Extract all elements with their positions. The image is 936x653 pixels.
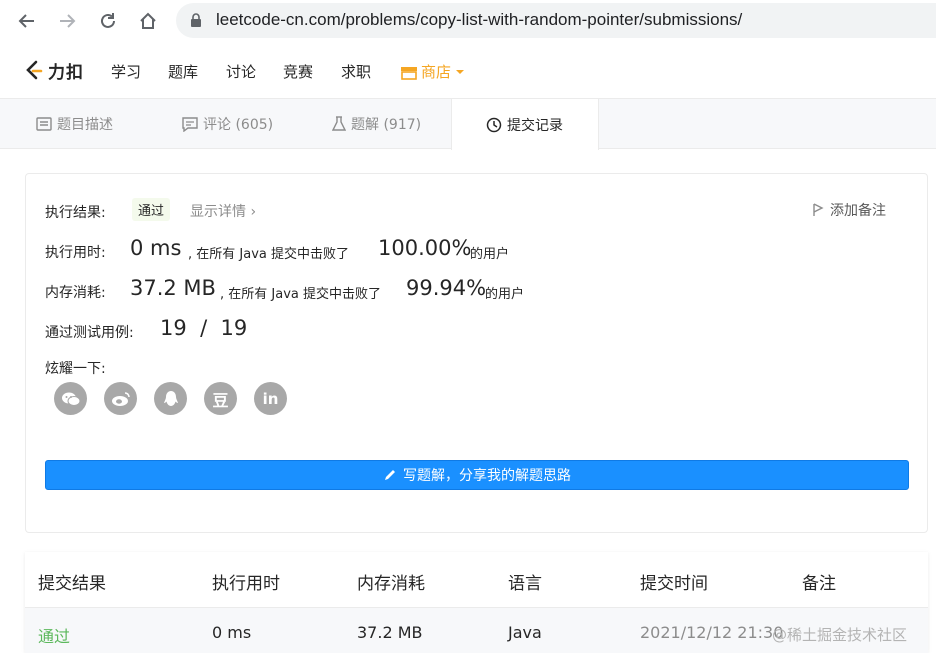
- flask-icon: [332, 116, 346, 131]
- share-label: 炫耀一下:: [45, 361, 106, 377]
- row-language: Java: [508, 623, 542, 642]
- submission-result-card: 执行结果: 通过 显示详情 › 添加备注 执行用时: 0 ms , 在所有 Ja…: [25, 173, 928, 533]
- runtime-beats-text: , 在所有 Java 提交中击败了: [188, 247, 349, 262]
- clock-icon: [486, 117, 502, 132]
- memory-beats-text: , 在所有 Java 提交中击败了: [220, 287, 381, 302]
- tab-solutions[interactable]: 题解 (917): [332, 99, 421, 149]
- nav-shop-label: 商店: [421, 63, 452, 81]
- qq-icon: [163, 390, 178, 406]
- exec-result-label: 执行结果:: [45, 205, 106, 221]
- write-solution-label: 写题解，分享我的解题思路: [403, 468, 571, 484]
- runtime-value: 0 ms: [130, 236, 182, 260]
- leetcode-logo[interactable]: 力扣: [24, 58, 84, 83]
- back-button[interactable]: [15, 9, 39, 33]
- address-bar[interactable]: leetcode-cn.com/problems/copy-list-with-…: [176, 3, 936, 38]
- tab-solutions-label: 题解 (917): [351, 117, 422, 133]
- nav-discuss[interactable]: 讨论: [226, 61, 256, 82]
- leetcode-logo-icon: [26, 60, 43, 79]
- memory-label: 内存消耗:: [45, 285, 106, 301]
- tab-submissions[interactable]: 提交记录: [451, 99, 599, 150]
- home-icon: [140, 12, 156, 29]
- linkedin-icon: in: [262, 389, 279, 408]
- header-note: 备注: [802, 574, 836, 594]
- memory-percentile: 99.94%: [406, 276, 487, 300]
- runtime-percentile: 100.00%: [378, 236, 472, 260]
- header-memory: 内存消耗: [357, 574, 425, 594]
- wechat-icon: [61, 392, 80, 406]
- header-runtime: 执行用时: [212, 574, 280, 594]
- tests-value: 19 / 19: [160, 316, 248, 340]
- url-text: leetcode-cn.com/problems/copy-list-with-…: [216, 10, 743, 29]
- tab-comments[interactable]: 评论 (605): [182, 99, 273, 149]
- problem-tabs: 题目描述 评论 (605) 题解 (917) 提交记录: [0, 99, 936, 150]
- add-note-button[interactable]: 添加备注: [812, 200, 886, 220]
- memory-value: 37.2 MB: [130, 276, 216, 300]
- reload-button[interactable]: [96, 9, 120, 33]
- status-badge: 通过: [132, 198, 171, 221]
- show-details-link[interactable]: 显示详情 ›: [190, 201, 256, 221]
- tab-description[interactable]: 题目描述: [36, 99, 113, 149]
- logo-text: 力扣: [48, 63, 84, 83]
- nav-contest[interactable]: 竞赛: [283, 61, 313, 82]
- arrow-left-icon: [18, 14, 34, 28]
- tab-submissions-label: 提交记录: [507, 117, 563, 134]
- arrow-right-icon: [60, 14, 76, 28]
- runtime-suffix: 的用户: [470, 247, 510, 262]
- wechat-share-button[interactable]: [54, 382, 87, 415]
- lock-icon: [191, 13, 201, 27]
- nav-jobs[interactable]: 求职: [341, 61, 371, 82]
- row-memory: 37.2 MB: [357, 623, 423, 642]
- home-button[interactable]: [136, 9, 160, 33]
- runtime-label: 执行用时:: [45, 245, 106, 261]
- weibo-icon: [111, 391, 130, 406]
- nav-learn[interactable]: 学习: [111, 61, 141, 82]
- reload-icon: [101, 13, 115, 28]
- forward-button[interactable]: [55, 9, 79, 33]
- add-note-label: 添加备注: [830, 203, 886, 219]
- header-time: 提交时间: [640, 574, 708, 594]
- tab-comments-label: 评论 (605): [203, 117, 274, 133]
- linkedin-share-button[interactable]: in: [254, 382, 287, 415]
- caret-down-icon: [456, 69, 465, 74]
- tab-description-label: 题目描述: [57, 117, 113, 133]
- memory-suffix: 的用户: [485, 287, 525, 302]
- write-solution-button[interactable]: 写题解，分享我的解题思路: [45, 460, 909, 490]
- row-runtime: 0 ms: [212, 623, 252, 642]
- row-time: 2021/12/12 21:30: [640, 623, 784, 642]
- tests-label: 通过测试用例:: [45, 325, 134, 341]
- header-result: 提交结果: [38, 574, 106, 594]
- weibo-share-button[interactable]: [104, 382, 137, 415]
- qq-share-button[interactable]: [154, 382, 187, 415]
- row-result[interactable]: 通过: [38, 623, 70, 647]
- nav-problems[interactable]: 题库: [168, 61, 198, 82]
- site-header: 力扣 学习 题库 讨论 竞赛 求职 商店: [0, 44, 936, 99]
- nav-shop[interactable]: 商店: [400, 61, 465, 82]
- comment-icon: [182, 116, 198, 132]
- douban-icon: 豆: [212, 390, 229, 410]
- description-icon: [36, 117, 52, 131]
- flag-icon: [813, 203, 824, 216]
- douban-share-button[interactable]: 豆: [204, 382, 237, 415]
- pencil-icon: [385, 470, 395, 480]
- store-icon: [401, 66, 417, 80]
- header-language: 语言: [508, 574, 542, 594]
- watermark: @稀土掘金技术社区: [772, 626, 908, 644]
- browser-toolbar: leetcode-cn.com/problems/copy-list-with-…: [0, 0, 936, 42]
